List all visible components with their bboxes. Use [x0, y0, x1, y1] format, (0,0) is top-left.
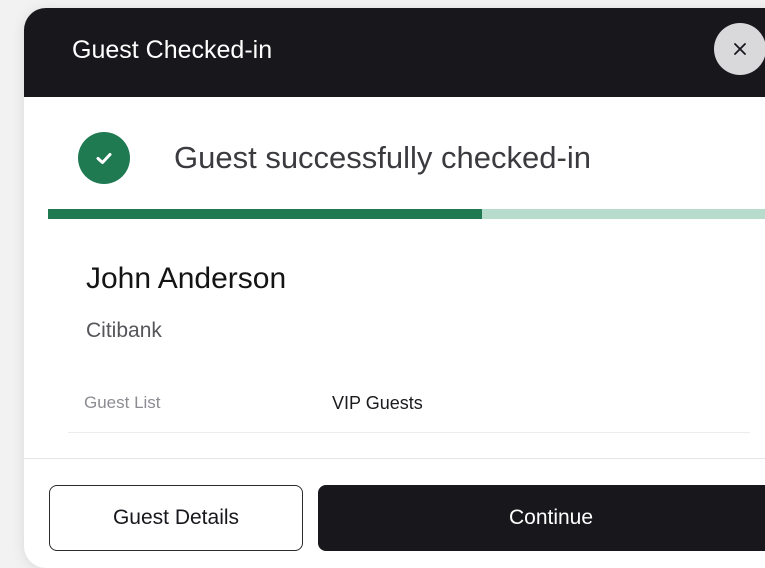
check-circle-icon — [78, 132, 130, 184]
status-message: Guest successfully checked-in — [174, 140, 591, 175]
continue-button[interactable]: Continue — [318, 485, 765, 551]
guest-list-value: VIP Guests — [332, 393, 423, 413]
dialog-header: Guest Checked-in — [24, 8, 765, 97]
dialog-title: Guest Checked-in — [72, 36, 273, 64]
status-row: Guest successfully checked-in — [78, 132, 591, 184]
checkin-dialog: Guest Checked-in Guest successfully chec… — [24, 8, 765, 568]
close-icon — [734, 43, 746, 55]
guest-name: John Anderson — [86, 262, 287, 295]
guest-list-label: Guest List — [84, 393, 161, 412]
progress-fill — [48, 209, 483, 219]
progress-bar — [48, 209, 765, 219]
guest-company: Citibank — [86, 319, 162, 342]
footer-divider — [24, 458, 765, 459]
guest-details-button[interactable]: Guest Details — [49, 485, 303, 551]
close-button[interactable] — [714, 23, 765, 75]
row-divider — [68, 432, 750, 433]
